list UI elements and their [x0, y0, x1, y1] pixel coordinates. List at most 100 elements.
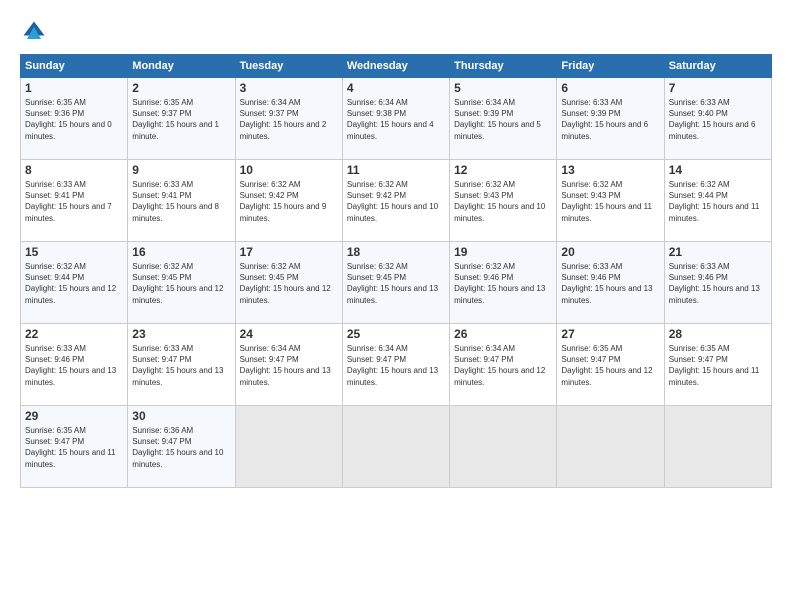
calendar-table: SundayMondayTuesdayWednesdayThursdayFrid… — [20, 54, 772, 488]
calendar-cell: 2 Sunrise: 6:35 AMSunset: 9:37 PMDayligh… — [128, 78, 235, 160]
day-number: 22 — [25, 327, 123, 341]
day-info: Sunrise: 6:33 AMSunset: 9:46 PMDaylight:… — [561, 261, 659, 306]
header — [20, 18, 772, 46]
day-number: 14 — [669, 163, 767, 177]
column-header-tuesday: Tuesday — [235, 55, 342, 78]
day-number: 2 — [132, 81, 230, 95]
calendar-cell: 21 Sunrise: 6:33 AMSunset: 9:46 PMDaylig… — [664, 242, 771, 324]
day-number: 16 — [132, 245, 230, 259]
day-info: Sunrise: 6:36 AMSunset: 9:47 PMDaylight:… — [132, 425, 230, 470]
column-header-wednesday: Wednesday — [342, 55, 449, 78]
calendar-week-4: 22 Sunrise: 6:33 AMSunset: 9:46 PMDaylig… — [21, 324, 772, 406]
day-number: 29 — [25, 409, 123, 423]
calendar-cell: 5 Sunrise: 6:34 AMSunset: 9:39 PMDayligh… — [450, 78, 557, 160]
day-number: 24 — [240, 327, 338, 341]
day-number: 12 — [454, 163, 552, 177]
day-info: Sunrise: 6:34 AMSunset: 9:47 PMDaylight:… — [454, 343, 552, 388]
calendar-cell: 19 Sunrise: 6:32 AMSunset: 9:46 PMDaylig… — [450, 242, 557, 324]
day-info: Sunrise: 6:34 AMSunset: 9:39 PMDaylight:… — [454, 97, 552, 142]
calendar-cell: 25 Sunrise: 6:34 AMSunset: 9:47 PMDaylig… — [342, 324, 449, 406]
calendar-cell: 18 Sunrise: 6:32 AMSunset: 9:45 PMDaylig… — [342, 242, 449, 324]
calendar-cell: 26 Sunrise: 6:34 AMSunset: 9:47 PMDaylig… — [450, 324, 557, 406]
calendar-cell: 10 Sunrise: 6:32 AMSunset: 9:42 PMDaylig… — [235, 160, 342, 242]
calendar-cell: 16 Sunrise: 6:32 AMSunset: 9:45 PMDaylig… — [128, 242, 235, 324]
calendar-cell: 20 Sunrise: 6:33 AMSunset: 9:46 PMDaylig… — [557, 242, 664, 324]
day-number: 23 — [132, 327, 230, 341]
day-number: 13 — [561, 163, 659, 177]
calendar-cell: 22 Sunrise: 6:33 AMSunset: 9:46 PMDaylig… — [21, 324, 128, 406]
day-info: Sunrise: 6:34 AMSunset: 9:37 PMDaylight:… — [240, 97, 338, 142]
day-number: 4 — [347, 81, 445, 95]
calendar-cell: 24 Sunrise: 6:34 AMSunset: 9:47 PMDaylig… — [235, 324, 342, 406]
day-info: Sunrise: 6:35 AMSunset: 9:47 PMDaylight:… — [669, 343, 767, 388]
day-info: Sunrise: 6:32 AMSunset: 9:44 PMDaylight:… — [669, 179, 767, 224]
calendar-cell — [557, 406, 664, 488]
calendar-cell — [450, 406, 557, 488]
column-header-friday: Friday — [557, 55, 664, 78]
calendar-cell: 14 Sunrise: 6:32 AMSunset: 9:44 PMDaylig… — [664, 160, 771, 242]
day-info: Sunrise: 6:32 AMSunset: 9:46 PMDaylight:… — [454, 261, 552, 306]
day-number: 5 — [454, 81, 552, 95]
column-header-thursday: Thursday — [450, 55, 557, 78]
column-header-monday: Monday — [128, 55, 235, 78]
calendar-cell: 27 Sunrise: 6:35 AMSunset: 9:47 PMDaylig… — [557, 324, 664, 406]
day-info: Sunrise: 6:33 AMSunset: 9:39 PMDaylight:… — [561, 97, 659, 142]
calendar-week-1: 1 Sunrise: 6:35 AMSunset: 9:36 PMDayligh… — [21, 78, 772, 160]
day-info: Sunrise: 6:33 AMSunset: 9:41 PMDaylight:… — [132, 179, 230, 224]
day-info: Sunrise: 6:34 AMSunset: 9:47 PMDaylight:… — [240, 343, 338, 388]
day-number: 15 — [25, 245, 123, 259]
calendar-cell: 6 Sunrise: 6:33 AMSunset: 9:39 PMDayligh… — [557, 78, 664, 160]
day-info: Sunrise: 6:35 AMSunset: 9:47 PMDaylight:… — [25, 425, 123, 470]
day-info: Sunrise: 6:35 AMSunset: 9:47 PMDaylight:… — [561, 343, 659, 388]
calendar-cell: 29 Sunrise: 6:35 AMSunset: 9:47 PMDaylig… — [21, 406, 128, 488]
day-info: Sunrise: 6:33 AMSunset: 9:46 PMDaylight:… — [25, 343, 123, 388]
calendar-cell: 28 Sunrise: 6:35 AMSunset: 9:47 PMDaylig… — [664, 324, 771, 406]
day-info: Sunrise: 6:32 AMSunset: 9:45 PMDaylight:… — [240, 261, 338, 306]
day-info: Sunrise: 6:32 AMSunset: 9:44 PMDaylight:… — [25, 261, 123, 306]
calendar-header: SundayMondayTuesdayWednesdayThursdayFrid… — [21, 55, 772, 78]
day-info: Sunrise: 6:33 AMSunset: 9:47 PMDaylight:… — [132, 343, 230, 388]
day-number: 25 — [347, 327, 445, 341]
calendar-cell: 15 Sunrise: 6:32 AMSunset: 9:44 PMDaylig… — [21, 242, 128, 324]
calendar-cell: 12 Sunrise: 6:32 AMSunset: 9:43 PMDaylig… — [450, 160, 557, 242]
day-number: 11 — [347, 163, 445, 177]
day-info: Sunrise: 6:32 AMSunset: 9:43 PMDaylight:… — [454, 179, 552, 224]
calendar-cell: 1 Sunrise: 6:35 AMSunset: 9:36 PMDayligh… — [21, 78, 128, 160]
day-number: 20 — [561, 245, 659, 259]
day-info: Sunrise: 6:34 AMSunset: 9:47 PMDaylight:… — [347, 343, 445, 388]
day-info: Sunrise: 6:33 AMSunset: 9:46 PMDaylight:… — [669, 261, 767, 306]
logo — [20, 18, 52, 46]
calendar-cell: 11 Sunrise: 6:32 AMSunset: 9:42 PMDaylig… — [342, 160, 449, 242]
day-number: 1 — [25, 81, 123, 95]
calendar-page: SundayMondayTuesdayWednesdayThursdayFrid… — [0, 0, 792, 612]
day-info: Sunrise: 6:33 AMSunset: 9:40 PMDaylight:… — [669, 97, 767, 142]
calendar-cell: 13 Sunrise: 6:32 AMSunset: 9:43 PMDaylig… — [557, 160, 664, 242]
calendar-cell — [235, 406, 342, 488]
calendar-cell: 3 Sunrise: 6:34 AMSunset: 9:37 PMDayligh… — [235, 78, 342, 160]
day-info: Sunrise: 6:33 AMSunset: 9:41 PMDaylight:… — [25, 179, 123, 224]
day-number: 27 — [561, 327, 659, 341]
day-number: 8 — [25, 163, 123, 177]
column-header-sunday: Sunday — [21, 55, 128, 78]
calendar-week-5: 29 Sunrise: 6:35 AMSunset: 9:47 PMDaylig… — [21, 406, 772, 488]
day-number: 19 — [454, 245, 552, 259]
day-number: 6 — [561, 81, 659, 95]
day-info: Sunrise: 6:34 AMSunset: 9:38 PMDaylight:… — [347, 97, 445, 142]
day-number: 17 — [240, 245, 338, 259]
calendar-cell: 23 Sunrise: 6:33 AMSunset: 9:47 PMDaylig… — [128, 324, 235, 406]
day-info: Sunrise: 6:35 AMSunset: 9:36 PMDaylight:… — [25, 97, 123, 142]
day-number: 26 — [454, 327, 552, 341]
calendar-week-2: 8 Sunrise: 6:33 AMSunset: 9:41 PMDayligh… — [21, 160, 772, 242]
day-info: Sunrise: 6:32 AMSunset: 9:42 PMDaylight:… — [240, 179, 338, 224]
day-number: 30 — [132, 409, 230, 423]
day-number: 21 — [669, 245, 767, 259]
day-info: Sunrise: 6:32 AMSunset: 9:43 PMDaylight:… — [561, 179, 659, 224]
day-number: 9 — [132, 163, 230, 177]
day-info: Sunrise: 6:32 AMSunset: 9:42 PMDaylight:… — [347, 179, 445, 224]
logo-icon — [20, 18, 48, 46]
day-number: 7 — [669, 81, 767, 95]
day-info: Sunrise: 6:35 AMSunset: 9:37 PMDaylight:… — [132, 97, 230, 142]
calendar-week-3: 15 Sunrise: 6:32 AMSunset: 9:44 PMDaylig… — [21, 242, 772, 324]
calendar-cell — [342, 406, 449, 488]
day-number: 3 — [240, 81, 338, 95]
